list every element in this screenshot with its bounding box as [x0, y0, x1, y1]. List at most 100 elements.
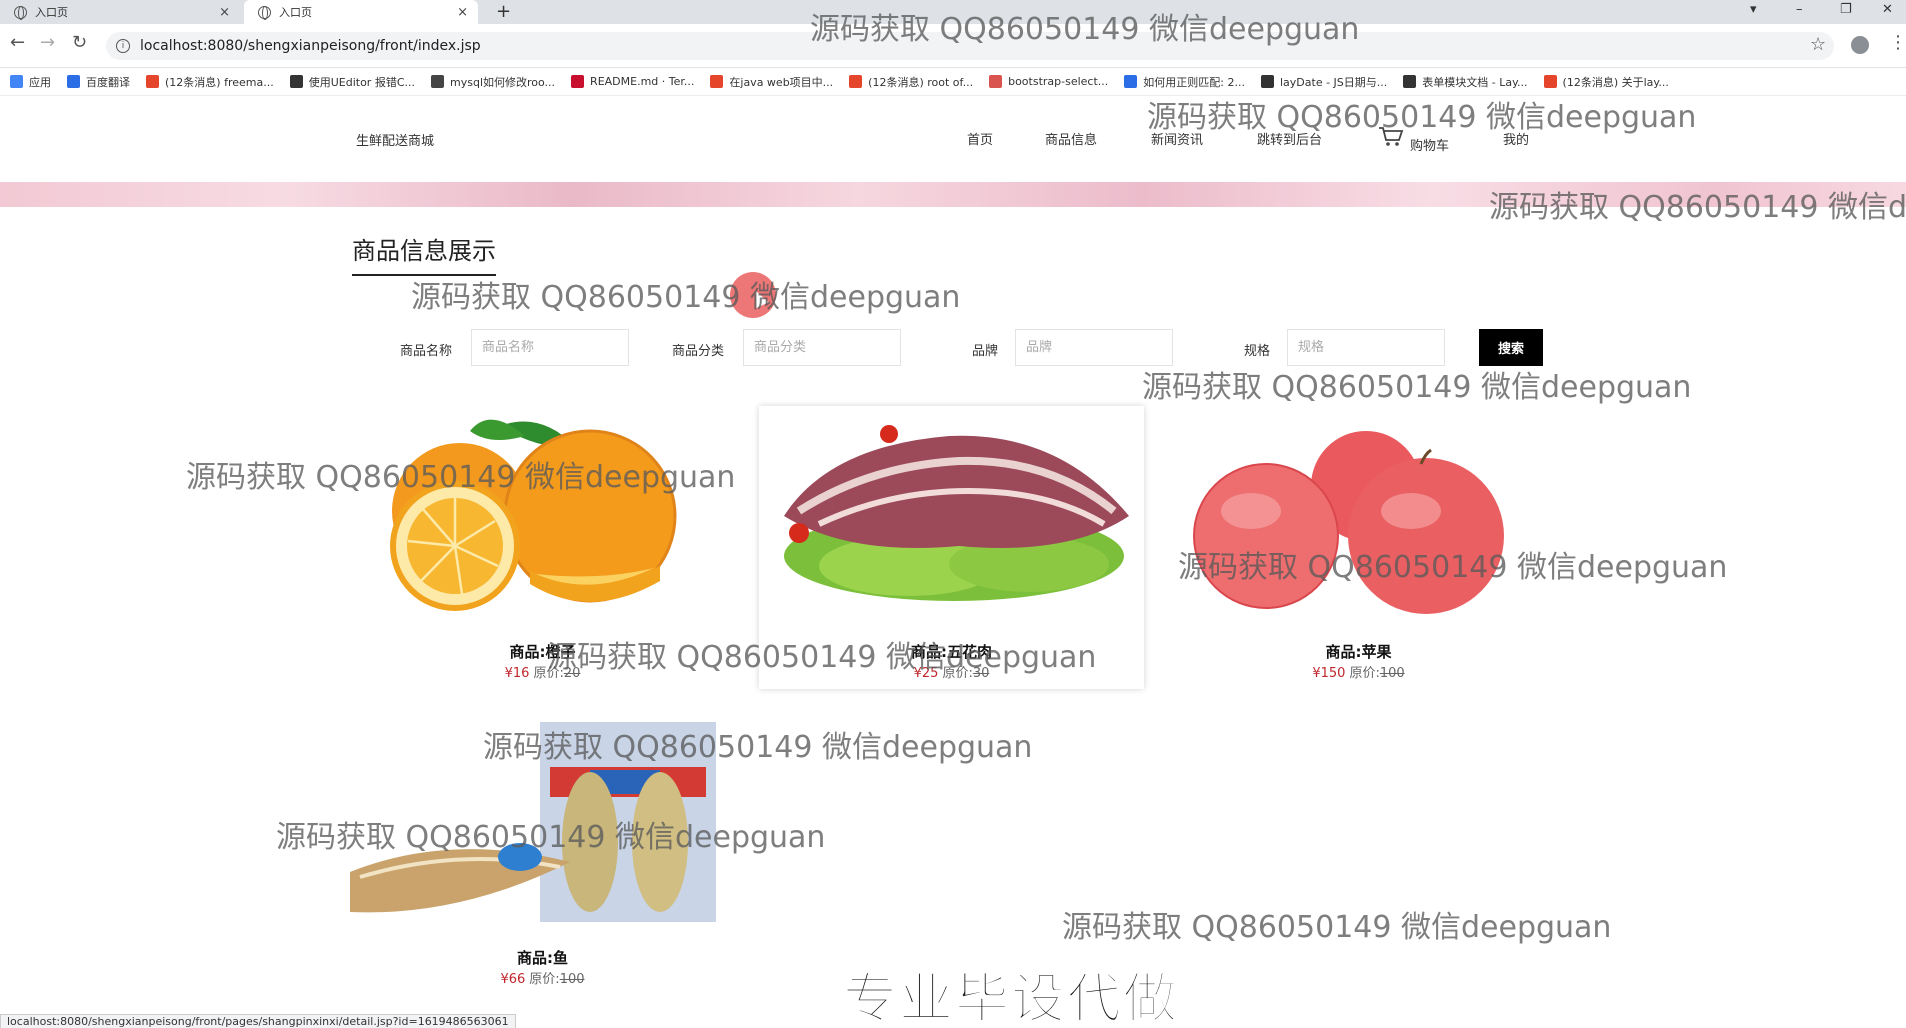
favicon-icon [989, 75, 1003, 88]
product-price: ¥150 原价:100 [1312, 666, 1405, 681]
video-caption: 专业毕设代做 [842, 966, 1179, 1028]
search-button[interactable]: 搜索 [1479, 329, 1543, 366]
restore-icon[interactable]: ❐ [1840, 2, 1852, 17]
bookmark-item[interactable]: (12条消息) 关于lay... [1543, 74, 1669, 90]
section-title: 商品信息展示 [352, 231, 496, 276]
favicon-icon [1260, 75, 1274, 88]
tab-search-icon[interactable]: ▾ [1750, 2, 1757, 17]
browser-tab-active[interactable]: 入口页 × [244, 0, 478, 24]
bookmark-item[interactable]: (12条消息) freema... [146, 74, 274, 90]
search-label-category: 商品分类 [672, 344, 725, 359]
favicon-icon [431, 75, 444, 88]
product-card[interactable]: 商品:五花肉 ¥25 原价:30 [759, 406, 1144, 689]
bookmark-item[interactable]: 表单模块文档 - Lay... [1403, 74, 1528, 90]
bookmark-label: layDate - JS日期与... [1279, 75, 1388, 89]
globe-icon [258, 5, 271, 20]
bookmark-item[interactable]: bootstrap-select... [989, 75, 1108, 88]
search-label-brand: 品牌 [972, 344, 999, 359]
search-form: 商品名称 商品分类 品牌 规格 搜索 [0, 329, 1906, 367]
apps-grid-icon [10, 75, 23, 88]
cart-icon[interactable] [1378, 125, 1404, 147]
bookmark-label: 表单模块文档 - Lay... [1422, 75, 1528, 89]
orange-image [390, 419, 677, 611]
product-price: ¥25 原价:30 [913, 666, 990, 681]
favicon-icon [1403, 75, 1417, 88]
product-card[interactable]: 商品:苹果 ¥150 原价:100 [1166, 406, 1551, 689]
fish-image [350, 722, 716, 922]
bookmark-item[interactable]: 使用UEditor 报错C... [289, 74, 415, 90]
bookmarks-bar: 应用 百度翻译 (12条消息) freema... 使用UEditor 报错C... m… [0, 68, 1906, 96]
product-price: ¥66 原价:100 [500, 972, 585, 987]
tab-title: 入口页 [279, 6, 312, 19]
favicon-icon [146, 75, 159, 88]
site-brand[interactable]: 生鲜配送商城 [356, 130, 434, 149]
status-url: localhost:8080/shengxianpeisong/front/pa… [0, 1014, 516, 1028]
address-bar: ← → ↻ i localhost:8080/shengxianpeisong/… [0, 24, 1906, 68]
minimize-icon[interactable]: – [1796, 2, 1803, 17]
product-name: 商品:五花肉 [911, 643, 992, 661]
bookmark-label: 如何用正则匹配: 2... [1143, 75, 1245, 89]
reload-icon[interactable]: ↻ [72, 32, 87, 53]
window-close-icon[interactable]: ✕ [1882, 2, 1893, 17]
bookmark-item[interactable]: README.md · Ter... [571, 75, 694, 88]
bookmark-item[interactable]: 在java web项目中... [710, 74, 833, 90]
bookmark-label: (12条消息) root of... [868, 75, 974, 89]
nav-cart[interactable]: 购物车 [1410, 135, 1449, 154]
url-text: localhost:8080/shengxianpeisong/front/in… [140, 38, 481, 54]
favicon-icon [1124, 75, 1138, 88]
pork-image [784, 425, 1129, 601]
product-name-input[interactable] [471, 329, 629, 366]
product-card[interactable]: 商品:鱼 ¥66 原价:100 [350, 712, 735, 995]
favicon-icon [849, 75, 863, 88]
browser-tab-strip: 入口页 × 入口页 × + ▾ – ❐ ✕ [0, 0, 1906, 24]
info-icon[interactable]: i [116, 39, 130, 53]
nav-admin[interactable]: 跳转到后台 [1257, 129, 1322, 148]
search-label-name: 商品名称 [400, 344, 453, 359]
forward-icon[interactable]: → [40, 32, 55, 53]
brand-input[interactable] [1015, 329, 1173, 366]
bookmark-item[interactable]: 如何用正则匹配: 2... [1124, 74, 1245, 90]
nav-home[interactable]: 首页 [967, 129, 993, 148]
back-icon[interactable]: ← [10, 32, 25, 53]
url-field[interactable]: i localhost:8080/shengxianpeisong/front/… [106, 32, 1834, 60]
menu-kebab-icon[interactable]: ⋮ [1889, 32, 1906, 53]
nav-my[interactable]: 我的 [1503, 129, 1529, 148]
product-name: 商品:苹果 [1325, 643, 1392, 661]
apple-image [1193, 431, 1504, 614]
favicon-icon [710, 75, 724, 88]
watermark: 源码获取 QQ86050149 微信deepguan [411, 280, 961, 315]
product-card[interactable]: 商品:橙子 ¥16 原价:20 [350, 406, 735, 689]
favicon-icon [67, 75, 80, 88]
favicon-icon [289, 75, 303, 88]
globe-icon [14, 5, 27, 20]
product-name: 商品:鱼 [517, 949, 568, 967]
bookmark-label: 使用UEditor 报错C... [308, 75, 415, 89]
bookmark-item[interactable]: layDate - JS日期与... [1260, 74, 1388, 90]
profile-avatar[interactable] [1851, 36, 1869, 54]
bookmark-item[interactable]: (12条消息) root of... [849, 74, 973, 90]
bookmark-label: bootstrap-select... [1008, 75, 1109, 88]
bookmark-item[interactable]: mysql如何修改roo... [431, 74, 555, 90]
spec-input[interactable] [1287, 329, 1445, 366]
site-header: 生鲜配送商城 首页 商品信息 新闻资讯 跳转到后台 购物车 我的 [0, 97, 1906, 182]
banner-strip [0, 182, 1906, 207]
watermark: 源码获取 QQ86050149 微信deepguan [1142, 370, 1692, 405]
bookmark-label: README.md · Ter... [590, 75, 695, 88]
watermark: 源码获取 QQ86050149 微信deepguan [1062, 910, 1612, 945]
nav-news[interactable]: 新闻资讯 [1151, 129, 1203, 148]
new-tab-icon[interactable]: + [496, 1, 511, 22]
product-name: 商品:橙子 [509, 643, 576, 661]
bookmark-label: 应用 [29, 75, 51, 89]
tab-title: 入口页 [35, 6, 68, 19]
bookmark-apps[interactable]: 应用 [10, 74, 51, 90]
bookmark-star-icon[interactable]: ☆ [1810, 34, 1826, 55]
browser-tab[interactable]: 入口页 × [0, 0, 240, 24]
bookmark-label: (12条消息) freema... [165, 75, 274, 89]
favicon-icon [1543, 75, 1557, 88]
bookmark-item[interactable]: 百度翻译 [67, 74, 130, 90]
product-category-input[interactable] [743, 329, 901, 366]
nav-products[interactable]: 商品信息 [1045, 129, 1097, 148]
bookmark-label: (12条消息) 关于lay... [1562, 75, 1669, 89]
close-icon[interactable]: × [219, 5, 230, 20]
close-icon[interactable]: × [457, 5, 468, 20]
